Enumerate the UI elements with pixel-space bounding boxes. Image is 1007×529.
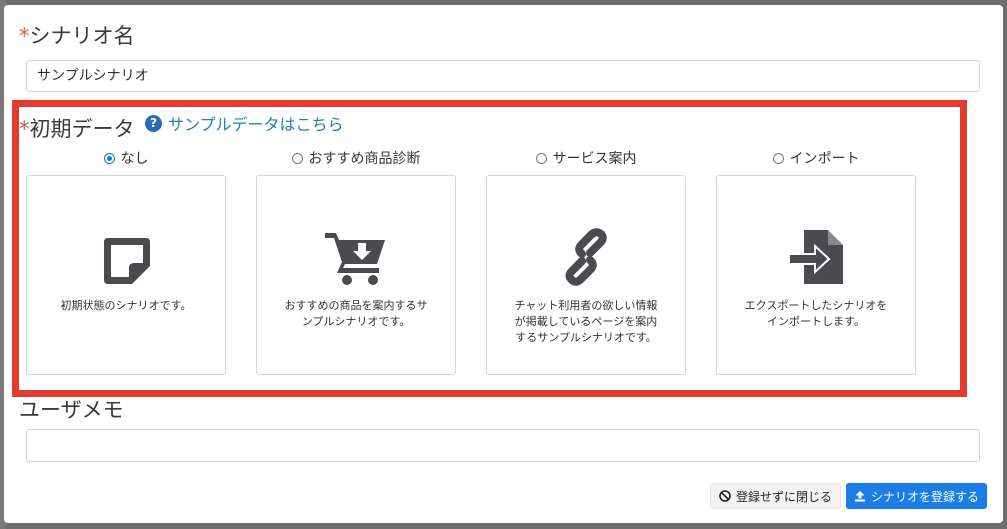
radio-none[interactable] [103, 152, 115, 164]
radio-row[interactable]: なし [26, 148, 226, 168]
required-mark: * [19, 24, 30, 48]
sample-data-link-text[interactable]: サンプルデータはこちら [168, 111, 344, 135]
initial-data-option-recommend: おすすめ商品診断 おすすめの商品を案内するサ ンプルシナリオです。 [256, 148, 456, 375]
radio-label[interactable]: おすすめ商品診断 [309, 148, 421, 168]
ban-icon [719, 490, 731, 502]
initial-data-label: *初期データ [19, 117, 135, 141]
radio-label[interactable]: サービス案内 [553, 148, 637, 168]
initial-data-option-none: なし 初期状態のシナリオです。 [26, 148, 226, 375]
user-memo-label: ユーザメモ [19, 398, 124, 422]
file-import-icon [788, 230, 843, 284]
radio-row[interactable]: サービス案内 [486, 148, 686, 168]
option-description: チャット利用者の欲しい情報 が掲載しているページを案内 するサンプルシナリオです… [514, 299, 658, 344]
initial-data-option-import: インポート エクスポートしたシナリオを インポートします。 [716, 148, 916, 375]
radio-service[interactable] [535, 152, 547, 164]
register-button-label[interactable]: シナリオを登録する [871, 488, 979, 505]
note-icon [104, 238, 150, 284]
create-scenario-modal: *シナリオ名 サンプルシナリオ *初期データ ? サンプルデータはこちら なし … [4, 5, 1003, 523]
option-description: 初期状態のシナリオです。 [60, 299, 192, 312]
initial-data-option-service: サービス案内 チャット利用者の欲しい情報 が掲載しているページを案内 するサンプ… [486, 148, 686, 375]
option-card-recommend[interactable]: おすすめの商品を案内するサ ンプルシナリオです。 [256, 175, 456, 375]
radio-import[interactable] [772, 152, 784, 164]
close-button-label[interactable]: 登録せずに閉じる [736, 488, 832, 505]
required-mark: * [19, 117, 30, 141]
radio-recommend[interactable] [291, 152, 303, 164]
radio-row[interactable]: おすすめ商品診断 [256, 148, 456, 168]
option-card-none[interactable]: 初期状態のシナリオです。 [26, 175, 226, 375]
scenario-name-input[interactable]: サンプルシナリオ [26, 60, 980, 92]
close-without-register-button[interactable]: 登録せずに閉じる [710, 483, 842, 509]
option-card-import[interactable]: エクスポートしたシナリオを インポートします。 [716, 175, 916, 375]
option-card-service[interactable]: チャット利用者の欲しい情報 が掲載しているページを案内 するサンプルシナリオです… [486, 175, 686, 375]
link-icon [565, 228, 607, 286]
radio-row[interactable]: インポート [716, 148, 916, 168]
scenario-name-label: *シナリオ名 [19, 24, 135, 48]
upload-icon [854, 490, 866, 502]
question-circle-icon: ? [145, 114, 162, 132]
cart-download-icon [325, 233, 385, 285]
option-description: エクスポートしたシナリオを インポートします。 [744, 299, 888, 328]
radio-label[interactable]: インポート [790, 148, 860, 168]
user-memo-input[interactable] [26, 429, 980, 462]
radio-label[interactable]: なし [121, 148, 149, 168]
register-scenario-button[interactable]: シナリオを登録する [846, 483, 988, 509]
option-description: おすすめの商品を案内するサ ンプルシナリオです。 [284, 299, 428, 328]
sample-data-link[interactable]: ? サンプルデータはこちら [145, 111, 344, 135]
